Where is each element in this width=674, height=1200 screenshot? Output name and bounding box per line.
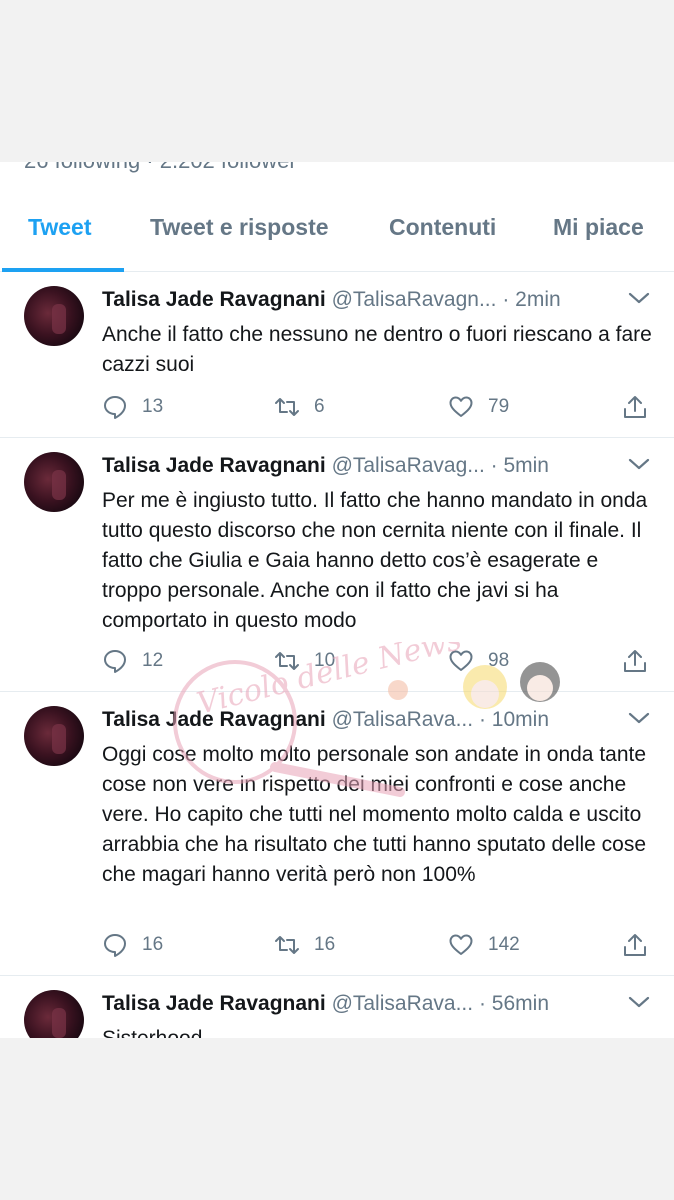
- tweet-text: Per me è ingiusto tutto. Il fatto che ha…: [102, 489, 648, 632]
- share-button[interactable]: [622, 644, 648, 678]
- tweet-author-handle[interactable]: @TalisaRava...: [332, 708, 474, 731]
- twitter-profile-screen: 26 following · 2.202 follower Tweet Twee…: [0, 162, 674, 1038]
- retweet-icon: [275, 936, 299, 954]
- reply-icon: [104, 934, 126, 957]
- tweet[interactable]: Talisa Jade Ravagnani @TalisaRavag... · …: [0, 438, 674, 692]
- retweet-count: 6: [314, 396, 325, 417]
- retweet-count: 16: [314, 934, 336, 955]
- tweet-time[interactable]: 10min: [492, 708, 549, 731]
- retweet-icon: [275, 398, 299, 416]
- tweet-actions: 13 6 79: [0, 390, 674, 424]
- tweet-author-handle[interactable]: @TalisaRavagn...: [332, 288, 497, 311]
- like-button[interactable]: 79: [448, 390, 509, 424]
- like-button[interactable]: 142: [448, 928, 520, 962]
- reply-button[interactable]: 13: [102, 390, 163, 424]
- like-icon: [449, 650, 473, 671]
- like-icon: [449, 934, 473, 955]
- tweet[interactable]: Talisa Jade Ravagnani @TalisaRava... · 1…: [0, 692, 674, 976]
- tweet-header: Talisa Jade Ravagnani @TalisaRavagn... ·…: [102, 288, 561, 312]
- tweet-text: Sisterhood: [102, 1024, 658, 1038]
- chevron-down-icon[interactable]: [626, 708, 652, 728]
- reply-count: 16: [142, 934, 164, 955]
- share-button[interactable]: [622, 928, 648, 962]
- avatar[interactable]: [24, 452, 84, 512]
- retweet-button[interactable]: 10: [274, 644, 335, 678]
- avatar[interactable]: [24, 286, 84, 346]
- avatar[interactable]: [24, 706, 84, 766]
- tweet-actions: 16 16 142: [0, 928, 674, 962]
- retweet-count: 10: [314, 650, 336, 671]
- chevron-down-icon[interactable]: [626, 454, 652, 474]
- reply-button[interactable]: 16: [102, 928, 163, 962]
- tab-contenuti[interactable]: Contenuti: [389, 214, 496, 241]
- tweet-text: Anche il fatto che nessuno ne dentro o f…: [102, 323, 652, 376]
- like-button[interactable]: 98: [448, 644, 509, 678]
- tweet[interactable]: Talisa Jade Ravagnani @TalisaRavagn... ·…: [0, 272, 674, 438]
- profile-stats-cut: 26 following · 2.202 follower: [24, 162, 297, 174]
- like-count: 79: [488, 396, 510, 417]
- retweet-button[interactable]: 6: [274, 390, 325, 424]
- tweet-author-name[interactable]: Talisa Jade Ravagnani: [102, 992, 326, 1015]
- tweet-separator: ·: [502, 288, 510, 311]
- reply-count: 13: [142, 396, 164, 417]
- tweet-separator: ·: [478, 992, 486, 1015]
- tweet-time[interactable]: 2min: [515, 288, 561, 311]
- tweet-author-handle[interactable]: @TalisaRavag...: [332, 454, 485, 477]
- share-icon: [624, 650, 646, 672]
- tweet-author-name[interactable]: Talisa Jade Ravagnani: [102, 708, 326, 731]
- tweet-text: Oggi cose molto molto personale son anda…: [102, 743, 647, 886]
- tweet-header: Talisa Jade Ravagnani @TalisaRava... · 1…: [102, 708, 549, 732]
- tweet-author-handle[interactable]: @TalisaRava...: [332, 992, 474, 1015]
- chevron-down-icon[interactable]: [626, 992, 652, 1012]
- tab-tweet-e-risposte[interactable]: Tweet e risposte: [150, 214, 329, 241]
- reply-icon: [104, 650, 126, 673]
- reply-button[interactable]: 12: [102, 644, 163, 678]
- top-blank-area: [0, 0, 674, 162]
- like-icon: [449, 396, 473, 417]
- like-count: 142: [488, 934, 520, 955]
- avatar[interactable]: [24, 990, 84, 1038]
- reply-icon: [104, 396, 126, 419]
- tweet-author-name[interactable]: Talisa Jade Ravagnani: [102, 288, 326, 311]
- retweet-icon: [275, 652, 299, 670]
- share-icon: [624, 934, 646, 956]
- like-count: 98: [488, 650, 510, 671]
- tweet[interactable]: Talisa Jade Ravagnani @TalisaRava... · 5…: [0, 976, 674, 1038]
- tweet-separator: ·: [478, 708, 486, 731]
- chevron-down-icon[interactable]: [626, 288, 652, 308]
- bottom-blank-area: [0, 1038, 674, 1200]
- tab-mi-piace[interactable]: Mi piace: [553, 214, 644, 241]
- tweet-header: Talisa Jade Ravagnani @TalisaRavag... · …: [102, 454, 549, 478]
- share-icon: [624, 396, 646, 418]
- reply-count: 12: [142, 650, 164, 671]
- tweet-header: Talisa Jade Ravagnani @TalisaRava... · 5…: [102, 992, 549, 1016]
- profile-tabs: Tweet Tweet e risposte Contenuti Mi piac…: [0, 202, 674, 272]
- tweet-time[interactable]: 5min: [503, 454, 549, 477]
- tweet-actions: 12 10 98: [0, 644, 674, 678]
- tweet-time[interactable]: 56min: [492, 992, 549, 1015]
- tweet-separator: ·: [490, 454, 498, 477]
- tweet-author-name[interactable]: Talisa Jade Ravagnani: [102, 454, 326, 477]
- tab-tweet[interactable]: Tweet: [28, 214, 91, 241]
- share-button[interactable]: [622, 390, 648, 424]
- retweet-button[interactable]: 16: [274, 928, 335, 962]
